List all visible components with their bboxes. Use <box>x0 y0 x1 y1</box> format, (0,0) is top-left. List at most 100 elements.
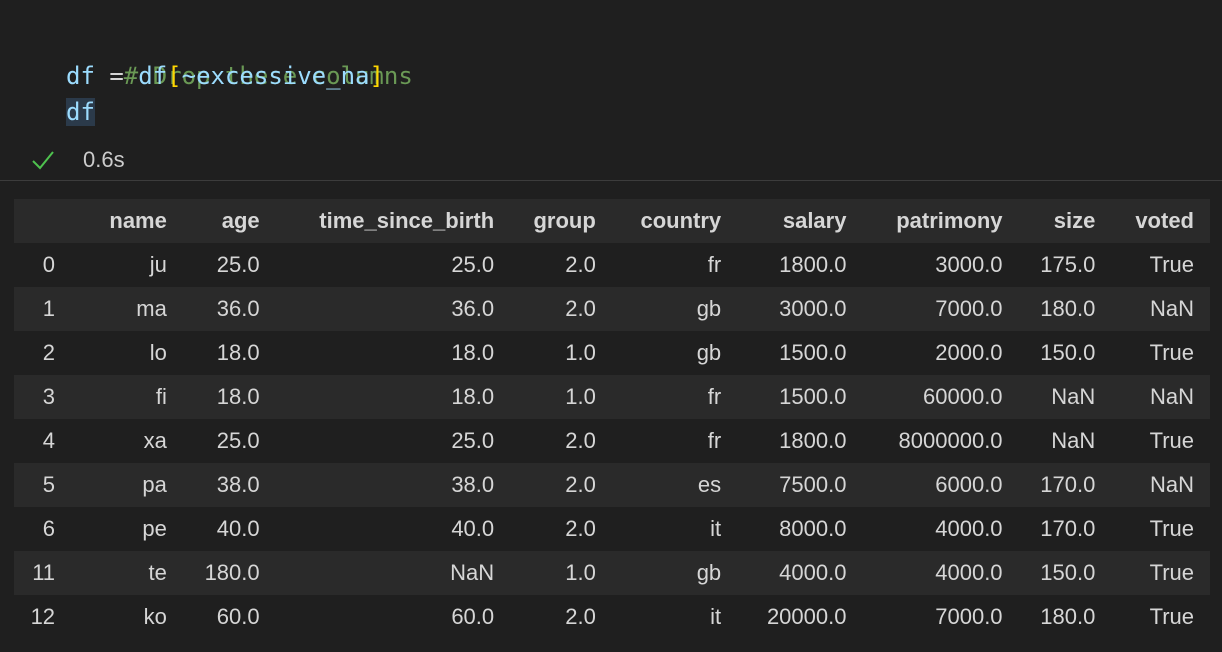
table-cell: 40.0 <box>182 507 276 551</box>
dataframe-table: name age time_since_birth group country salar… <box>14 199 1210 639</box>
table-cell: 3000.0 <box>737 287 863 331</box>
column-header-size: size <box>1018 199 1112 243</box>
column-header-country: country <box>611 199 738 243</box>
table-cell: 1.0 <box>510 331 612 375</box>
table-cell: NaN <box>1111 375 1210 419</box>
code-operator: = <box>94 62 139 90</box>
code-variable-lhs: df <box>66 62 95 90</box>
table-row: 2 lo 18.0 18.0 1.0 gb 1500.0 2000.0 150.0 True <box>14 331 1210 375</box>
table-row: 3 fi 18.0 18.0 1.0 fr 1500.0 60000.0 NaN NaN <box>14 375 1210 419</box>
table-row: 1 ma 36.0 36.0 2.0 gb 3000.0 7000.0 180.0 NaN <box>14 287 1210 331</box>
table-cell: pa <box>71 463 183 507</box>
column-header-voted: voted <box>1111 199 1210 243</box>
table-cell: 25.0 <box>182 419 276 463</box>
table-cell: 8000000.0 <box>862 419 1019 463</box>
table-cell: es <box>611 463 738 507</box>
table-cell: 1.0 <box>510 375 612 419</box>
code-line-output-var: df <box>66 94 95 130</box>
column-header-age: age <box>182 199 276 243</box>
table-cell: ma <box>71 287 183 331</box>
table-cell: True <box>1111 331 1210 375</box>
table-cell: 18.0 <box>275 375 511 419</box>
table-row: 5 pa 38.0 38.0 2.0 es 7500.0 6000.0 170.0 NaN <box>14 463 1210 507</box>
table-cell: it <box>611 507 738 551</box>
table-cell: 4000.0 <box>862 551 1019 595</box>
table-cell: 2.0 <box>510 507 612 551</box>
column-header-group: group <box>510 199 612 243</box>
table-cell: it <box>611 595 738 639</box>
table-cell: 1800.0 <box>737 243 863 287</box>
table-cell: 7000.0 <box>862 287 1019 331</box>
table-cell: 2.0 <box>510 287 612 331</box>
table-cell: 1800.0 <box>737 419 863 463</box>
row-index: 6 <box>14 507 72 551</box>
table-cell: gb <box>611 287 738 331</box>
code-index-expression: ~excessive_na <box>181 62 370 90</box>
table-cell: 36.0 <box>275 287 511 331</box>
column-header-salary: salary <box>737 199 863 243</box>
table-cell: 180.0 <box>182 551 276 595</box>
column-header-time-since-birth: time_since_birth <box>275 199 511 243</box>
table-cell: 4000.0 <box>737 551 863 595</box>
code-output-variable: df <box>66 98 95 126</box>
table-cell: 60.0 <box>182 595 276 639</box>
table-cell: 18.0 <box>182 331 276 375</box>
table-header-row: name age time_since_birth group country salar… <box>14 199 1210 243</box>
table-row: 4 xa 25.0 25.0 2.0 fr 1800.0 8000000.0 NaN True <box>14 419 1210 463</box>
table-cell: 25.0 <box>275 419 511 463</box>
table-cell: ko <box>71 595 183 639</box>
column-header-name: name <box>71 199 183 243</box>
cell-output-divider <box>0 180 1222 181</box>
table-cell: 38.0 <box>275 463 511 507</box>
table-cell: 25.0 <box>275 243 511 287</box>
table-cell: 60.0 <box>275 595 511 639</box>
execution-time: 0.6s <box>83 147 125 172</box>
code-open-bracket: [ <box>167 62 182 90</box>
table-cell: 150.0 <box>1018 551 1112 595</box>
table-cell: xa <box>71 419 183 463</box>
table-cell: 150.0 <box>1018 331 1112 375</box>
table-cell: 1500.0 <box>737 375 863 419</box>
column-header-index <box>14 199 72 243</box>
table-cell: 170.0 <box>1018 507 1112 551</box>
table-cell: 40.0 <box>275 507 511 551</box>
table-cell: 175.0 <box>1018 243 1112 287</box>
table-cell: True <box>1111 507 1210 551</box>
table-cell: fr <box>611 419 738 463</box>
table-cell: 1500.0 <box>737 331 863 375</box>
table-cell: 20000.0 <box>737 595 863 639</box>
code-line-comment: # Drop these columns <box>66 22 413 90</box>
table-cell: 2.0 <box>510 243 612 287</box>
table-cell: fr <box>611 375 738 419</box>
column-header-patrimony: patrimony <box>862 199 1019 243</box>
table-cell: True <box>1111 595 1210 639</box>
table-cell: 2.0 <box>510 463 612 507</box>
table-cell: 60000.0 <box>862 375 1019 419</box>
table-cell: ju <box>71 243 183 287</box>
code-close-bracket: ] <box>369 62 384 90</box>
table-cell: pe <box>71 507 183 551</box>
table-cell: 2000.0 <box>862 331 1019 375</box>
table-cell: 3000.0 <box>862 243 1019 287</box>
table-cell: 36.0 <box>182 287 276 331</box>
table-cell: 18.0 <box>182 375 276 419</box>
table-cell: lo <box>71 331 183 375</box>
table-cell: NaN <box>1111 287 1210 331</box>
execution-status: 0.6s <box>30 142 125 178</box>
table-cell: gb <box>611 331 738 375</box>
row-index: 4 <box>14 419 72 463</box>
table-row: 0 ju 25.0 25.0 2.0 fr 1800.0 3000.0 175.0 True <box>14 243 1210 287</box>
row-index: 1 <box>14 287 72 331</box>
table-cell: 8000.0 <box>737 507 863 551</box>
table-cell: 7000.0 <box>862 595 1019 639</box>
code-cell[interactable]: # Drop these columns df = df[~excessive_… <box>0 0 1222 135</box>
table-cell: NaN <box>1018 375 1112 419</box>
code-variable-obj: df <box>138 62 168 90</box>
table-row: 6 pe 40.0 40.0 2.0 it 8000.0 4000.0 170.0 True <box>14 507 1210 551</box>
row-index: 3 <box>14 375 72 419</box>
table-cell: fr <box>611 243 738 287</box>
row-index: 0 <box>14 243 72 287</box>
table-cell: 6000.0 <box>862 463 1019 507</box>
table-cell: NaN <box>1018 419 1112 463</box>
table-cell: gb <box>611 551 738 595</box>
